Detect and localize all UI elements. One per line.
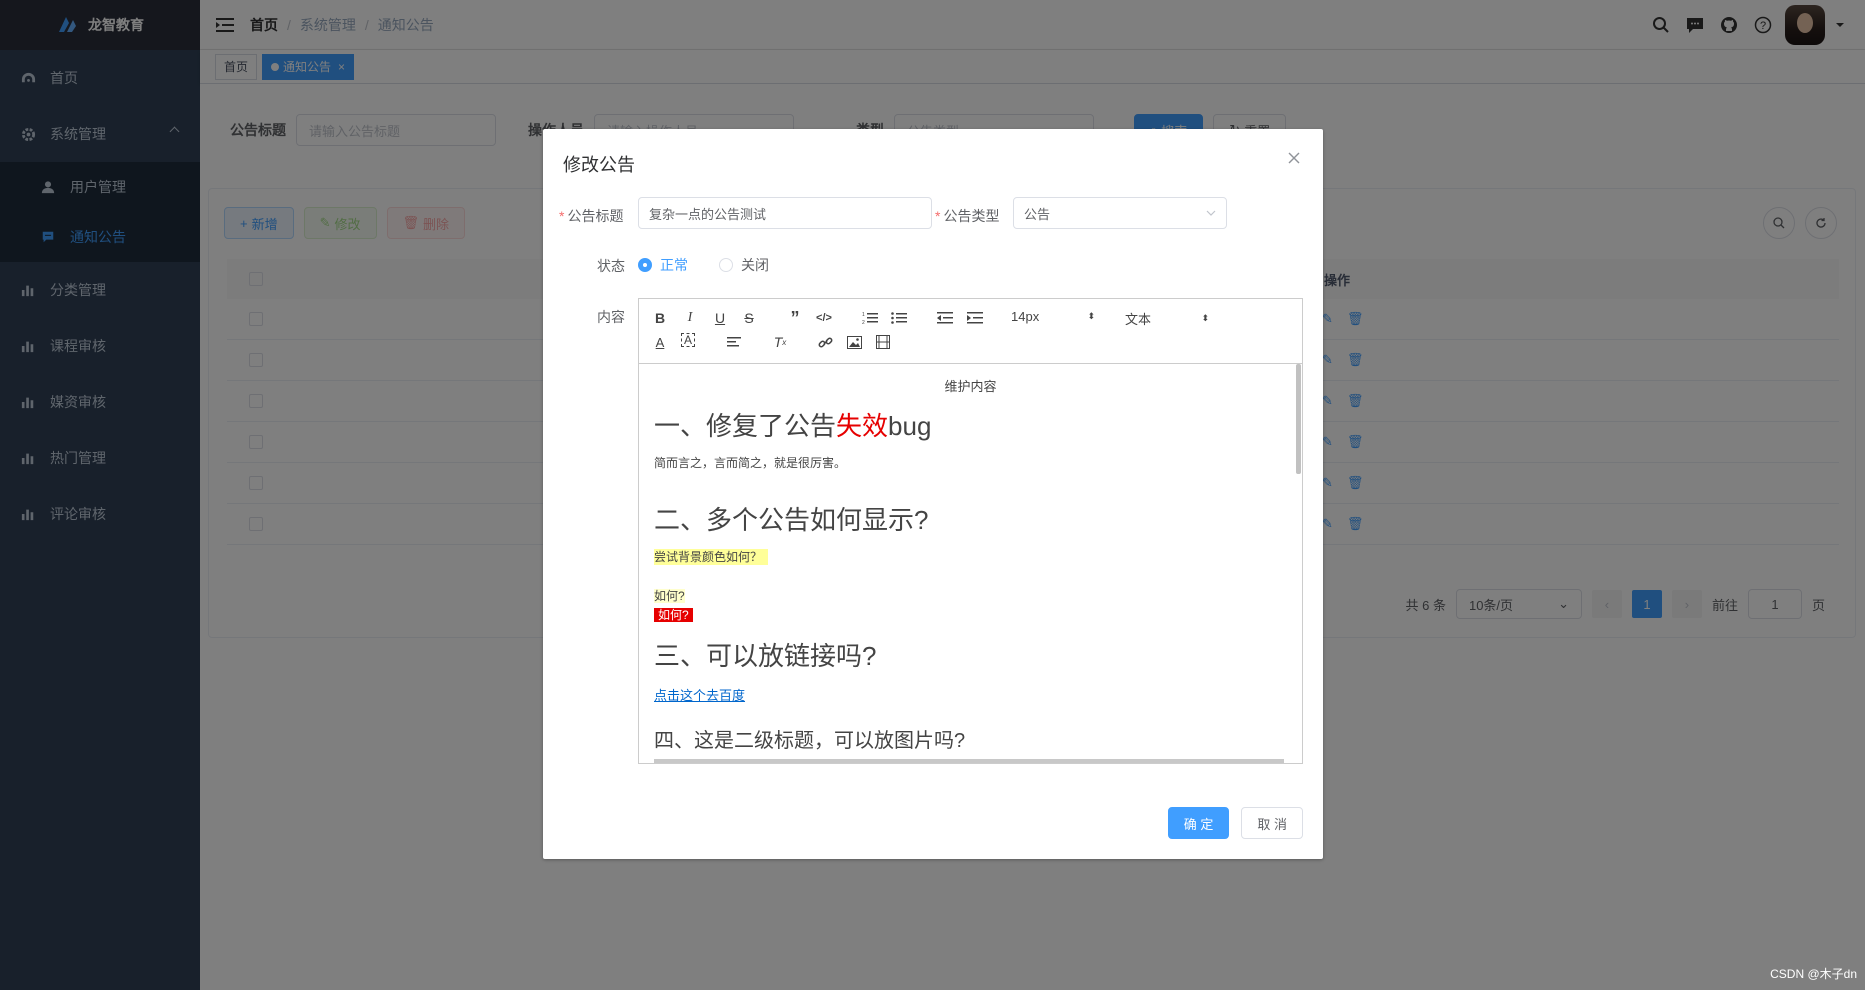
background-color-icon[interactable]: A xyxy=(681,333,695,347)
type-field-label-text: 公告类型 xyxy=(943,208,1000,224)
font-size-select[interactable]: 14px ⬍ xyxy=(1011,309,1095,324)
rich-text-editor: B I U S ” </> 12 14px ⬍ 文本 ⬍ A A Tx 维护内容… xyxy=(638,298,1303,764)
code-block-icon[interactable]: </> xyxy=(815,309,833,327)
block-type-select[interactable]: 文本 ⬍ xyxy=(1125,309,1209,328)
content-field-label: 内容 xyxy=(597,309,625,325)
indent-icon[interactable] xyxy=(966,309,984,327)
watermark: CSDN @木子dn xyxy=(1770,967,1857,981)
status-field-label: 状态 xyxy=(597,258,625,274)
svg-text:1: 1 xyxy=(862,312,865,318)
ordered-list-icon[interactable]: 12 xyxy=(861,309,879,327)
editor-highlight-yellow: 尝试背景颜色如何？ xyxy=(654,549,769,566)
radio-checked-icon xyxy=(638,258,652,272)
title-field-label-text: 公告标题 xyxy=(567,208,624,224)
editor-paragraph-text: 如何? xyxy=(654,589,685,604)
title-field-label: * 公告标题 xyxy=(559,206,623,226)
editor-heading-3: 三、可以放链接吗? xyxy=(654,641,877,672)
editor-highlight-line: 如何? xyxy=(654,606,1287,623)
font-size-value: 14px xyxy=(1011,309,1040,324)
editor-toolbar: B I U S ” </> 12 14px ⬍ 文本 ⬍ A A Tx xyxy=(639,299,1302,364)
bold-icon[interactable]: B xyxy=(651,309,669,327)
editor-heading-1: 一、修复了公告失效bug xyxy=(654,411,1287,442)
editor-paragraph: 如何? xyxy=(654,587,1287,604)
font-color-icon[interactable]: A xyxy=(651,333,669,351)
editor-highlight-red: 如何? xyxy=(654,608,693,623)
type-select-value: 公告 xyxy=(1024,206,1051,222)
editor-highlight-line: 尝试背景颜色如何？ xyxy=(654,548,1287,566)
editor-heading-1-red: 失效 xyxy=(836,411,889,441)
dialog-footer: 确 定 取 消 xyxy=(1167,807,1303,839)
editor-scrollbar[interactable] xyxy=(1296,364,1301,474)
required-mark: * xyxy=(935,208,941,224)
editor-heading-4: 四、这是二级标题，可以放图片吗? xyxy=(654,729,966,752)
clear-format-icon[interactable]: Tx xyxy=(771,333,789,351)
editor-center-text: 维护内容 xyxy=(944,379,997,394)
outdent-icon[interactable] xyxy=(936,309,954,327)
title-input[interactable]: 复杂一点的公告测试 xyxy=(638,197,932,229)
underline-icon[interactable]: U xyxy=(711,309,729,327)
status-normal-radio[interactable]: 正常 xyxy=(638,255,688,275)
bullet-list-icon[interactable] xyxy=(890,309,908,327)
required-mark: * xyxy=(559,208,565,224)
status-normal-label: 正常 xyxy=(660,257,688,273)
status-closed-radio[interactable]: 关闭 xyxy=(719,255,769,275)
dialog-title: 修改公告 xyxy=(563,155,635,175)
type-field-label: * 公告类型 xyxy=(935,206,999,226)
svg-text:2: 2 xyxy=(862,320,865,325)
close-icon[interactable] xyxy=(1287,151,1301,165)
image-icon[interactable] xyxy=(845,333,863,351)
editor-link[interactable]: 点击这个去百度 xyxy=(654,688,745,703)
editor-horizontal-scrollbar[interactable] xyxy=(654,759,1284,763)
chevron-down-icon xyxy=(1206,206,1216,221)
radio-unchecked-icon xyxy=(719,258,733,272)
select-arrows-icon: ⬍ xyxy=(1201,313,1209,323)
italic-icon[interactable]: I xyxy=(681,309,699,327)
link-icon[interactable] xyxy=(816,333,834,351)
align-icon[interactable] xyxy=(725,333,743,351)
select-arrows-icon: ⬍ xyxy=(1087,311,1095,321)
editor-paragraph: 简而言之，言而简之，就是很厉害。 xyxy=(654,456,847,471)
edit-notice-dialog: 修改公告 * 公告标题 复杂一点的公告测试 * 公告类型 公告 状态 正常 关闭 内… xyxy=(543,129,1323,859)
strikethrough-icon[interactable]: S xyxy=(740,309,758,327)
cancel-button[interactable]: 取 消 xyxy=(1241,807,1303,839)
editor-link-line: 点击这个去百度 xyxy=(654,685,1287,704)
type-select[interactable]: 公告 xyxy=(1013,197,1227,229)
status-closed-label: 关闭 xyxy=(741,257,769,273)
editor-heading-1-suffix: bug xyxy=(888,411,932,441)
editor-content[interactable]: 维护内容 一、修复了公告失效bug 简而言之，言而简之，就是很厉害。 二、多个公… xyxy=(639,364,1302,763)
block-type-value: 文本 xyxy=(1125,312,1152,327)
confirm-button[interactable]: 确 定 xyxy=(1167,807,1230,839)
editor-heading-2: 二、多个公告如何显示? xyxy=(654,505,929,536)
blockquote-icon[interactable]: ” xyxy=(786,308,804,328)
video-icon[interactable] xyxy=(874,333,892,351)
editor-heading-1-prefix: 一、修复了公告 xyxy=(654,411,837,441)
